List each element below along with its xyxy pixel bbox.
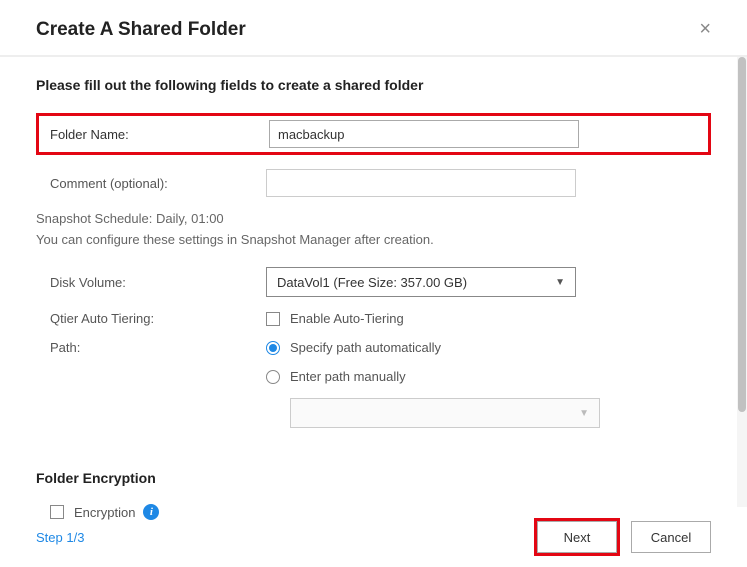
path-label: Path: <box>36 340 266 355</box>
disk-volume-label: Disk Volume: <box>36 275 266 290</box>
comment-label: Comment (optional): <box>36 176 266 191</box>
snapshot-manager-note: You can configure these settings in Snap… <box>36 232 711 247</box>
scrollbar[interactable] <box>737 57 747 507</box>
path-manual-radio[interactable] <box>266 370 280 384</box>
chevron-down-icon: ▼ <box>555 277 565 288</box>
path-auto-radio[interactable] <box>266 341 280 355</box>
info-icon[interactable]: i <box>143 504 159 520</box>
path-auto-label: Specify path automatically <box>290 340 441 355</box>
folder-name-input[interactable] <box>269 120 579 148</box>
intro-text: Please fill out the following fields to … <box>36 77 711 93</box>
manual-path-select[interactable]: ▼ <box>290 398 600 428</box>
close-icon[interactable]: × <box>699 18 711 41</box>
disk-volume-value: DataVol1 (Free Size: 357.00 GB) <box>277 275 467 290</box>
snapshot-schedule-note: Snapshot Schedule: Daily, 01:00 <box>36 211 711 226</box>
auto-tiering-checkbox[interactable] <box>266 312 280 326</box>
disk-volume-select[interactable]: DataVol1 (Free Size: 357.00 GB) ▼ <box>266 267 576 297</box>
auto-tiering-label: Enable Auto-Tiering <box>290 311 404 326</box>
cancel-button[interactable]: Cancel <box>631 521 711 553</box>
folder-name-label: Folder Name: <box>39 127 269 142</box>
comment-input[interactable] <box>266 169 576 197</box>
step-indicator: Step 1/3 <box>36 530 84 545</box>
dialog-title: Create A Shared Folder <box>36 19 246 41</box>
chevron-down-icon: ▼ <box>579 408 589 419</box>
encryption-checkbox[interactable] <box>50 505 64 519</box>
path-manual-label: Enter path manually <box>290 369 406 384</box>
qtier-label: Qtier Auto Tiering: <box>36 311 266 326</box>
folder-name-row-highlight: Folder Name: <box>36 113 711 155</box>
next-button[interactable]: Next <box>537 521 617 553</box>
encryption-label: Encryption <box>74 505 135 520</box>
scrollbar-thumb[interactable] <box>738 57 746 412</box>
encryption-heading: Folder Encryption <box>36 470 711 486</box>
